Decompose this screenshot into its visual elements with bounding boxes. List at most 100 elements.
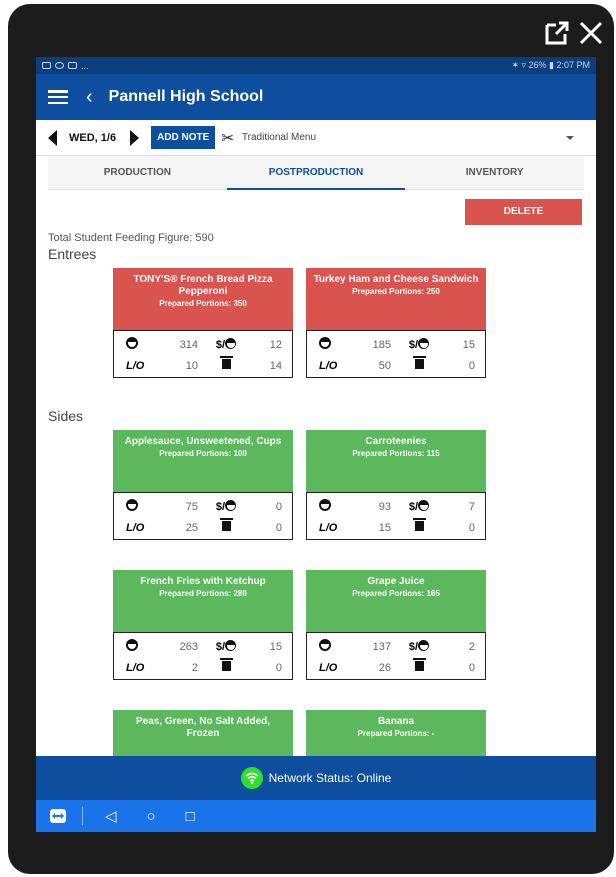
leftover-label: L/O (319, 661, 338, 674)
leftover-label: L/O (126, 521, 145, 534)
cost-count[interactable]: 2 (447, 641, 475, 653)
total-feeding-figure: Total Student Feeding Figure: 590 (48, 232, 214, 244)
served-count[interactable]: 263 (158, 641, 198, 653)
app-bar: ‹ Pannell High School (36, 74, 596, 120)
card-header: Applesauce, Unsweetened, Cups Prepared Po… (113, 430, 293, 492)
student-cost-icon (225, 640, 237, 651)
teamviewer-icon[interactable] (50, 809, 66, 823)
previous-day-icon[interactable] (48, 129, 57, 146)
leftover-count[interactable]: 2 (158, 662, 198, 674)
leftover-count[interactable]: 50 (351, 360, 391, 372)
cost-count[interactable]: 15 (254, 641, 282, 653)
android-nav-bar: ◁ ○ □ (36, 800, 596, 832)
cost-count[interactable]: 15 (447, 339, 475, 351)
leftover-count[interactable]: 10 (158, 360, 198, 372)
served-count[interactable]: 137 (351, 641, 391, 653)
card-header: Turkey Ham and Cheese Sandwich Prepared P… (306, 268, 486, 330)
waste-count[interactable]: 0 (447, 662, 475, 674)
food-name: Grape Juice (367, 576, 425, 587)
prepared-portions: Prepared Portions: 280 (159, 589, 247, 598)
card-header: Carroteenies Prepared Portions: 115 (306, 430, 486, 492)
recents-nav-icon[interactable]: □ (186, 808, 195, 825)
student-cost-icon (418, 500, 430, 511)
tab-postproduction[interactable]: POSTPRODUCTION (226, 156, 406, 190)
served-count[interactable]: 185 (351, 339, 391, 351)
card-stats: 263 $/ 15 L/O 2 0 (113, 632, 293, 680)
nav-divider (82, 807, 83, 825)
back-arrow-icon[interactable]: ‹ (86, 87, 93, 107)
page-title: Pannell High School (108, 88, 264, 105)
food-card[interactable]: Carroteenies Prepared Portions: 115 93 $/ 7 L… (306, 430, 486, 540)
leftover-count[interactable]: 25 (158, 522, 198, 534)
device-screen: ... ✶ ▿ 26% ▮ 2:07 PM ‹ Pannell High Sch… (36, 57, 596, 832)
leftover-count[interactable]: 26 (351, 662, 391, 674)
delete-button[interactable]: DELETE (465, 199, 582, 225)
student-icon (319, 499, 331, 511)
student-cost-icon (225, 338, 237, 349)
prepared-portions: Prepared Portions: 350 (159, 299, 247, 308)
waste-count[interactable]: 14 (254, 360, 282, 372)
cost-count[interactable]: 12 (254, 339, 282, 351)
waste-count[interactable]: 0 (447, 522, 475, 534)
leftover-label: L/O (126, 359, 145, 372)
menu-select[interactable]: Traditional Menu (242, 132, 566, 143)
trash-icon (219, 658, 233, 671)
leftover-label: L/O (126, 661, 145, 674)
home-nav-icon[interactable]: ○ (147, 808, 156, 825)
trash-icon (412, 356, 426, 369)
trash-icon (412, 518, 426, 531)
date-row: WED, 1/6 ADD NOTE ✂ Traditional Menu (36, 120, 596, 156)
prepared-portions: Prepared Portions: 115 (352, 449, 440, 458)
food-name: Peas, Green, No Salt Added, Frozen (135, 716, 271, 739)
food-card[interactable]: Turkey Ham and Cheese Sandwich Prepared P… (306, 268, 486, 378)
card-stats: 314 $/ 12 L/O 10 14 (113, 330, 293, 378)
waste-count[interactable]: 0 (254, 522, 282, 534)
food-name: French Fries with Ketchup (140, 576, 266, 587)
cost-label: $/ (408, 339, 419, 351)
served-count[interactable]: 75 (158, 501, 198, 513)
student-icon (319, 639, 331, 651)
food-card[interactable]: TONY'S® French Bread Pizza Pepperoni Prep… (113, 268, 293, 378)
food-name: Banana (377, 716, 415, 727)
food-card[interactable]: French Fries with Ketchup Prepared Portio… (113, 570, 293, 680)
card-stats: 185 $/ 15 L/O 50 0 (306, 330, 486, 378)
hamburger-menu-icon[interactable] (48, 90, 68, 104)
utensils-icon: ✂ (221, 129, 234, 147)
food-card[interactable]: Applesauce, Unsweetened, Cups Prepared Po… (113, 430, 293, 540)
tab-production[interactable]: PRODUCTION (48, 156, 227, 189)
main-content: DELETE Total Student Feeding Figure: 590… (36, 190, 596, 772)
leftover-count[interactable]: 15 (351, 522, 391, 534)
card-header: French Fries with Ketchup Prepared Portio… (113, 570, 293, 632)
cost-count[interactable]: 0 (254, 501, 282, 513)
network-status-bar: Network Status: Online (36, 756, 596, 800)
prepared-portions: Prepared Portions: 100 (159, 449, 247, 458)
food-card[interactable]: Grape Juice Prepared Portions: 165 137 $/ 2 L… (306, 570, 486, 680)
trash-icon (219, 518, 233, 531)
popout-icon[interactable] (544, 20, 570, 46)
card-stats: 75 $/ 0 L/O 25 0 (113, 492, 293, 540)
next-day-icon[interactable] (130, 129, 140, 146)
food-name: Applesauce, Unsweetened, Cups (124, 436, 282, 447)
status-more: ... (81, 60, 89, 71)
wifi-icon (240, 767, 263, 789)
served-count[interactable]: 93 (351, 501, 391, 513)
prepared-portions: Prepared Portions: - (357, 729, 435, 738)
waste-count[interactable]: 0 (447, 360, 475, 372)
cost-count[interactable]: 7 (447, 501, 475, 513)
notification-icon (42, 62, 51, 69)
back-nav-icon[interactable]: ◁ (105, 807, 117, 825)
tab-inventory[interactable]: INVENTORY (405, 156, 584, 189)
waste-count[interactable]: 0 (254, 662, 282, 674)
close-icon[interactable] (578, 20, 604, 46)
add-note-button[interactable]: ADD NOTE (151, 126, 216, 149)
section-entrees: Entrees (48, 246, 97, 262)
cost-label: $/ (408, 501, 419, 513)
trash-icon (219, 356, 233, 369)
chevron-down-icon[interactable] (566, 135, 574, 140)
notification-icon (68, 62, 77, 69)
served-count[interactable]: 314 (158, 339, 198, 351)
prepared-portions: Prepared Portions: 250 (352, 287, 440, 296)
leftover-label: L/O (319, 359, 338, 372)
status-bar: ... ✶ ▿ 26% ▮ 2:07 PM (36, 57, 596, 74)
cost-label: $/ (215, 641, 226, 653)
